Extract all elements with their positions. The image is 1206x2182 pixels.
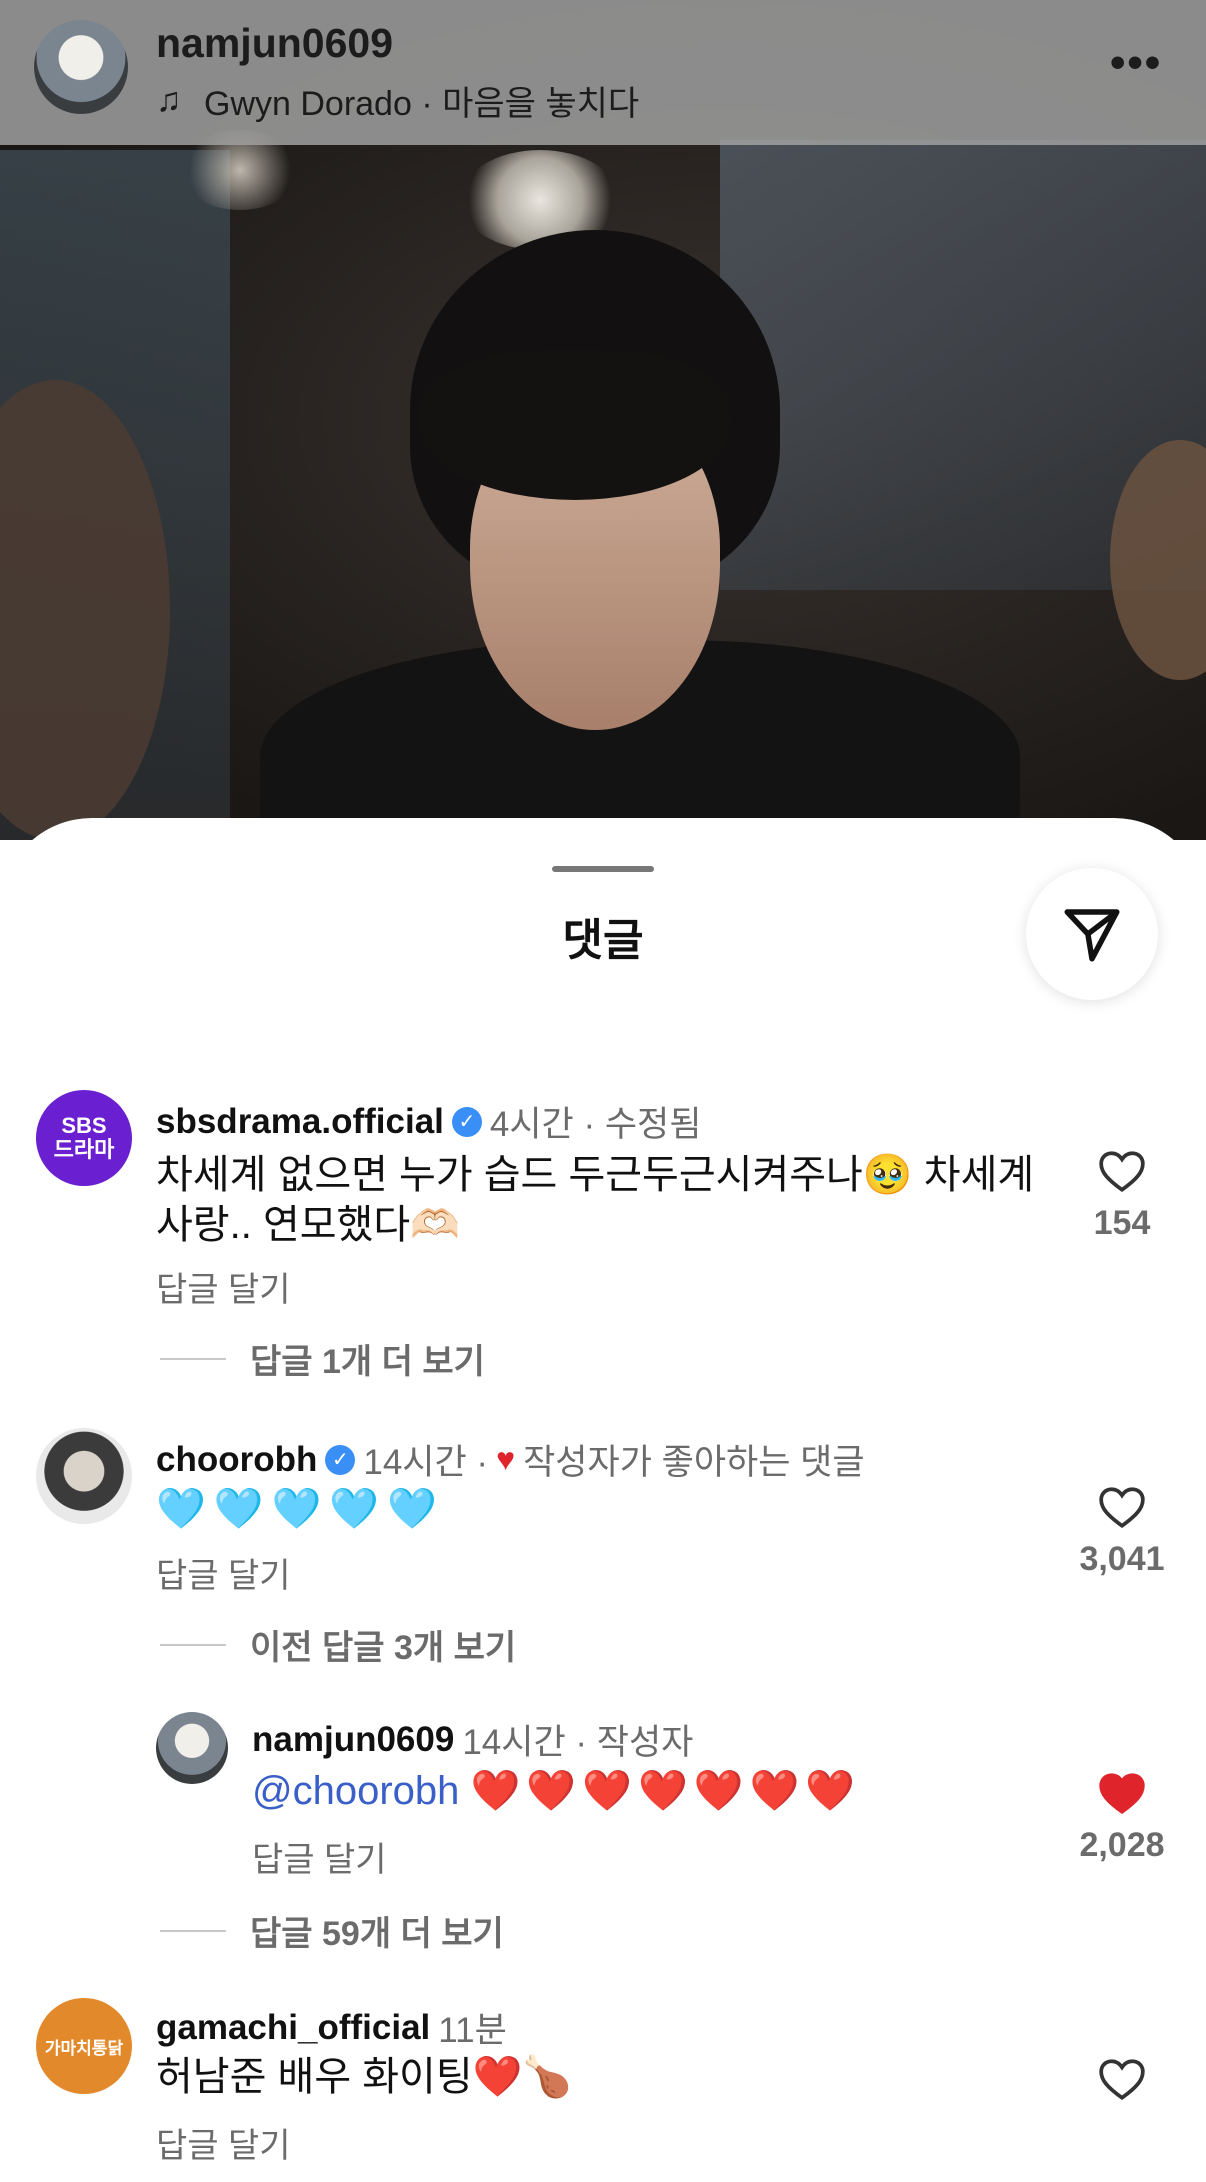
comment-meta: 14시간 · — [363, 1443, 489, 1482]
verified-badge-icon: ✓ — [451, 1106, 482, 1137]
reply-button[interactable]: 답글 달기 — [252, 1832, 387, 1881]
creator-liked-label: 작성자가 좋아하는 댓글 — [523, 1443, 865, 1482]
like-button[interactable]: 3,041 — [1074, 1484, 1170, 1579]
comment-header: sbsdrama.official ✓ 4시간 · 수정됨 — [156, 1096, 701, 1147]
commenter-avatar[interactable] — [36, 1428, 132, 1524]
mention-link[interactable]: @choorobh — [252, 1769, 459, 1813]
commenter-username[interactable]: namjun0609 — [252, 1720, 454, 1760]
reply-button[interactable]: 답글 달기 — [156, 2118, 291, 2167]
music-note-icon: ♫ — [156, 81, 182, 119]
comment-header: choorobh ✓ 14시간 · ♥ 작성자가 좋아하는 댓글 — [156, 1434, 865, 1485]
comment-text: @choorobh ❤️❤️❤️❤️❤️❤️❤️ — [252, 1766, 861, 1816]
like-button[interactable] — [1074, 2056, 1170, 2102]
divider-line — [160, 1643, 226, 1646]
comment-meta: 14시간 · 작성자 — [462, 1723, 694, 1762]
view-previous-replies[interactable]: 이전 답글 3개 보기 — [160, 1620, 516, 1669]
commenter-username[interactable]: gamachi_official — [156, 2008, 430, 2048]
comment-text: 허남준 배우 화이팅❤️🍗 — [156, 2055, 573, 2099]
music-label: Gwyn Dorado · 마음을 놓치다 — [204, 85, 640, 123]
view-more-replies-label: 답글 59개 더 보기 — [250, 1915, 504, 1953]
heart-filled-icon: ♥ — [496, 1441, 516, 1477]
reply-button[interactable]: 답글 달기 — [156, 1262, 291, 1311]
verified-badge-icon: ✓ — [325, 1444, 356, 1475]
view-more-replies[interactable]: 답글 1개 더 보기 — [160, 1334, 485, 1383]
like-button-active[interactable]: 2,028 — [1074, 1770, 1170, 1865]
like-count: 154 — [1093, 1204, 1151, 1242]
sheet-drag-handle[interactable] — [552, 866, 654, 872]
comment-text: 차세계 없으면 누가 습드 두근두근시켜주나🥹 차세계 사랑.. 연모했다🫶🏻 — [156, 1150, 1056, 1250]
like-button[interactable]: 154 — [1074, 1148, 1170, 1243]
comment-meta: 11분 — [438, 2011, 507, 2050]
avatar-logo-text: SBS 드라마 — [53, 1113, 115, 1162]
like-count: 3,041 — [1079, 1540, 1165, 1578]
commenter-avatar[interactable]: 가마치통닭 — [36, 1998, 132, 2094]
commenter-username[interactable]: choorobh — [156, 1440, 317, 1480]
commenter-username[interactable]: sbsdrama.official — [156, 1102, 444, 1142]
post-author-username[interactable]: namjun0609 — [156, 20, 393, 67]
post-author-avatar[interactable] — [34, 20, 128, 114]
view-previous-replies-label: 이전 답글 3개 보기 — [250, 1629, 517, 1667]
view-more-replies-label: 답글 1개 더 보기 — [250, 1343, 485, 1381]
post-header: namjun0609 ♫ Gwyn Dorado · 마음을 놓치다 ••• — [0, 0, 1206, 145]
reply-button[interactable]: 답글 달기 — [156, 1548, 291, 1597]
heart-filled-icon — [1099, 1773, 1145, 1815]
divider-line — [160, 1357, 226, 1360]
send-icon — [1064, 909, 1120, 962]
comment-text-line: 사랑.. 연모했다🫶🏻 — [156, 1203, 460, 1247]
commenter-avatar[interactable] — [156, 1712, 228, 1784]
more-options-icon[interactable]: ••• — [1110, 38, 1162, 88]
heart-outline-icon — [1099, 1151, 1145, 1193]
divider-line — [160, 1929, 226, 1932]
comment-text: 🩵🩵🩵🩵🩵 — [156, 1487, 446, 1531]
view-more-replies[interactable]: 답글 59개 더 보기 — [160, 1906, 504, 1955]
comment-header: namjun0609 14시간 · 작성자 — [252, 1714, 693, 1765]
avatar-logo-text: 가마치통닭 — [44, 2038, 124, 2058]
commenter-avatar[interactable]: SBS 드라마 — [36, 1090, 132, 1186]
share-button[interactable] — [1026, 868, 1158, 1000]
heart-outline-icon — [1099, 1487, 1145, 1529]
music-info[interactable]: ♫ Gwyn Dorado · 마음을 놓치다 — [156, 76, 639, 125]
comment-emoji-text: ❤️❤️❤️❤️❤️❤️❤️ — [470, 1769, 862, 1813]
like-count: 2,028 — [1079, 1826, 1165, 1864]
comment-text-line: 차세계 없으면 누가 습드 두근두근시켜주나🥹 차세계 — [156, 1153, 1035, 1197]
comment-header: gamachi_official 11분 — [156, 2002, 507, 2053]
comment-meta: 4시간 · 수정됨 — [489, 1105, 702, 1144]
heart-outline-icon — [1099, 2059, 1145, 2101]
